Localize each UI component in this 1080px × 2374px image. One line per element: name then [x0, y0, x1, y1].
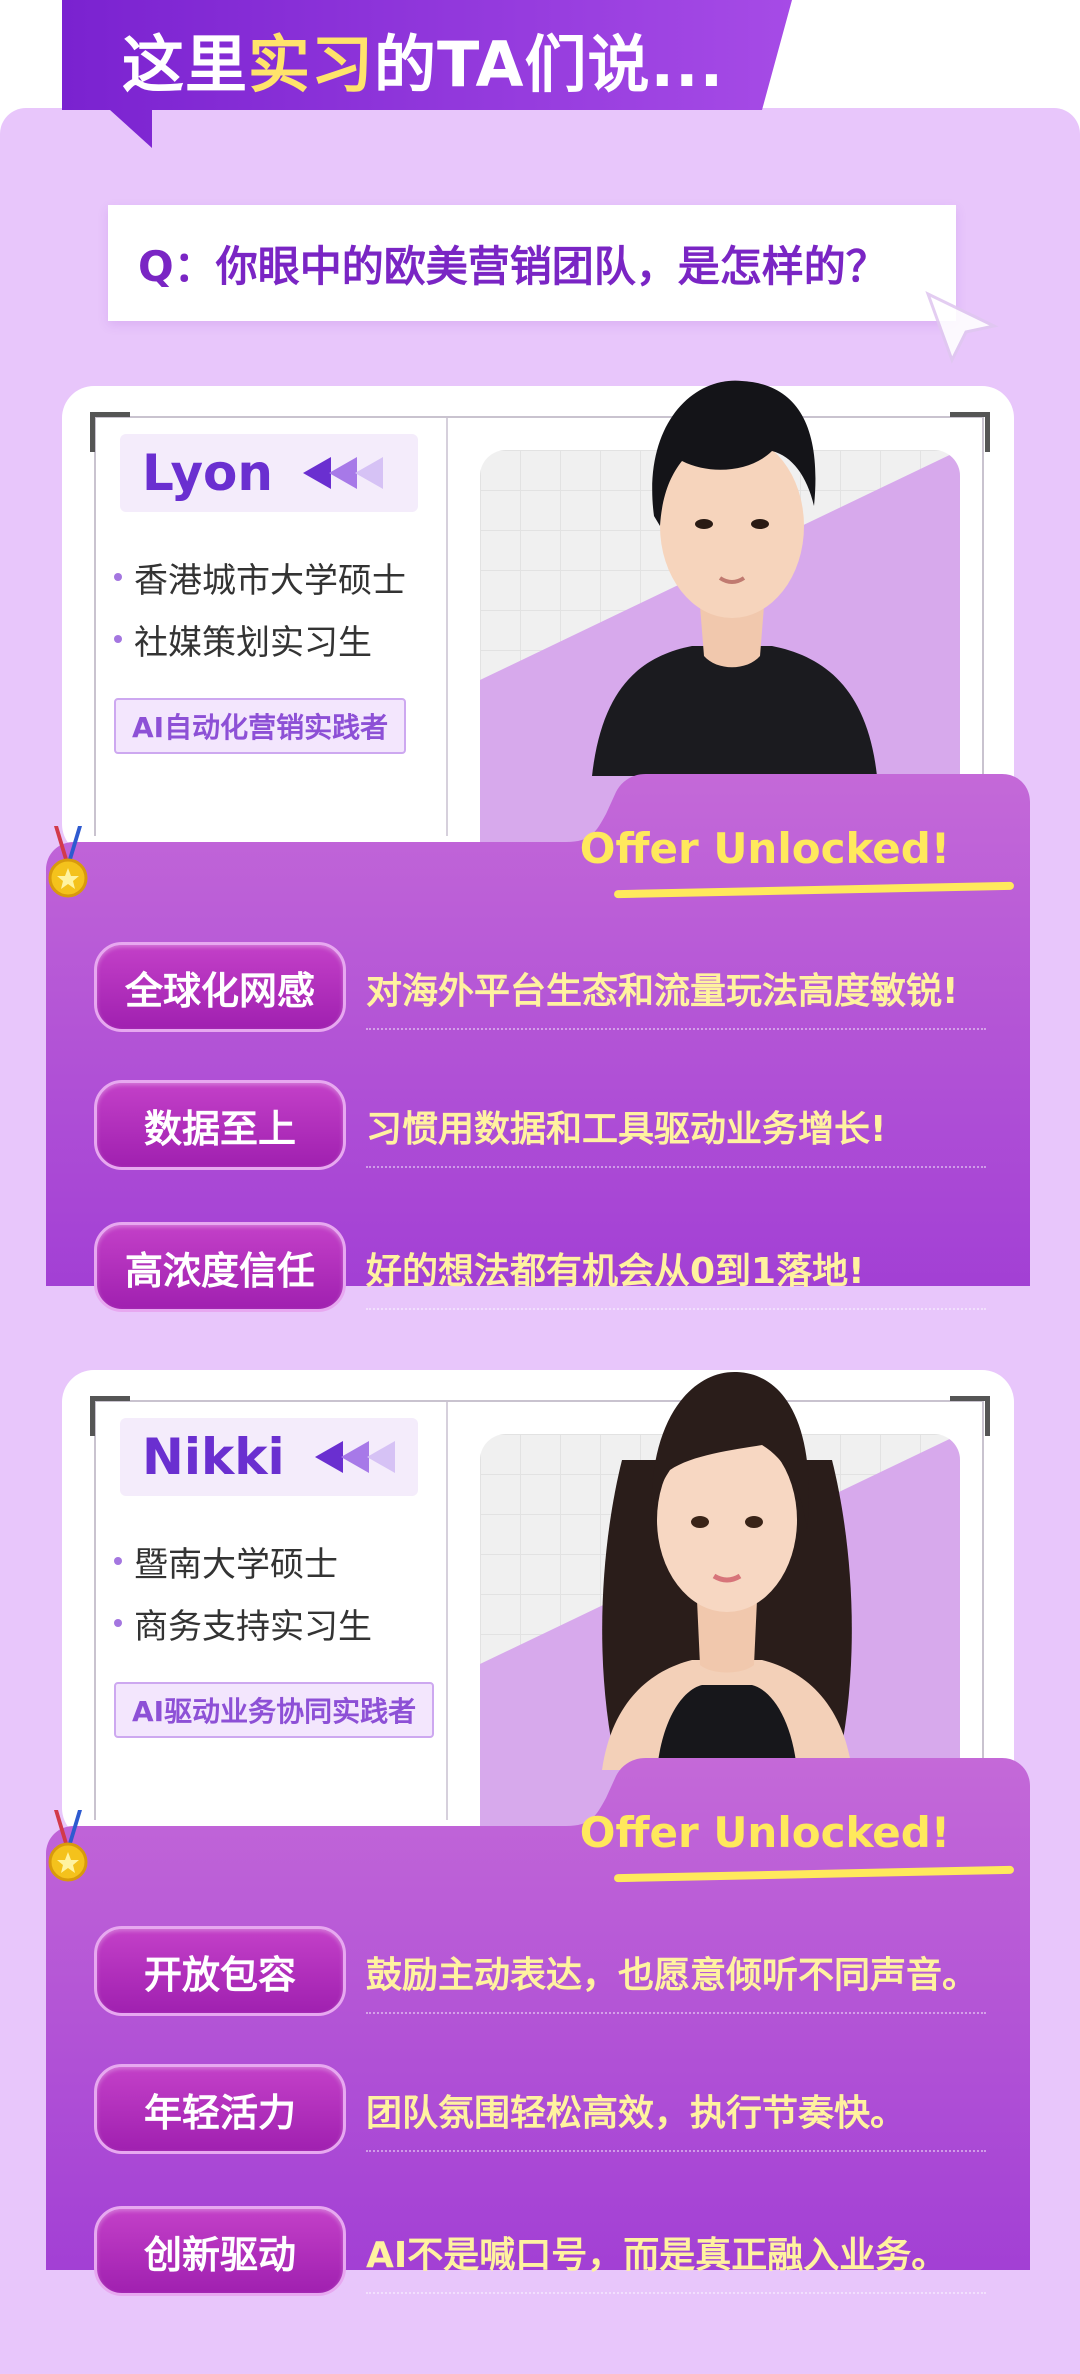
bullet-text: 香港城市大学硕士 [134, 560, 406, 601]
trait-description: 鼓励主动表达，也愿意倾听不同声音。 [366, 1955, 979, 1996]
frame-corner [950, 1396, 990, 1436]
profile-name: Lyon [142, 444, 274, 502]
bullet-text: 暨南大学硕士 [134, 1544, 338, 1585]
trait-badge: 数据至上 [94, 1080, 346, 1170]
list-item: 社媒策划实习生 [114, 608, 406, 670]
trait-badge: 全球化网感 [94, 942, 346, 1032]
divider [366, 2292, 986, 2294]
trait-row: 数据至上 习惯用数据和工具驱动业务增长! [94, 1080, 986, 1172]
offer-unlocked-label: Offer Unlocked! [579, 824, 950, 873]
trait-description: 团队氛围轻松高效，执行节奏快。 [366, 2093, 907, 2134]
question-box: Q：你眼中的欧美营销团队，是怎样的？ [108, 205, 956, 321]
medal-icon [48, 1810, 88, 1882]
profile-bullets: 暨南大学硕士 商务支持实习生 [114, 1530, 372, 1654]
divider [366, 1028, 986, 1030]
trait-description: 好的想法都有机会从0到1落地! [366, 1251, 865, 1292]
list-item: 暨南大学硕士 [114, 1530, 372, 1592]
avatar [602, 1371, 852, 1770]
trait-badge: 高浓度信任 [94, 1222, 346, 1312]
traits-panel: Offer Unlocked! 全球化网感 对海外平台生态和流量玩法高度敏锐! … [46, 774, 1030, 1312]
trait-badge: 年轻活力 [94, 2064, 346, 2154]
title-prefix: 这里 [122, 28, 249, 101]
title-suffix: 的TA们说... [374, 28, 725, 101]
page-title: 这里实习的TA们说... [122, 14, 724, 104]
header-banner: 这里实习的TA们说... [62, 0, 792, 148]
divider [366, 1166, 986, 1168]
offer-unlocked-label: Offer Unlocked! [579, 1808, 950, 1857]
bullet-text: 社媒策划实习生 [134, 622, 372, 663]
trait-row: 年轻活力 团队氛围轻松高效，执行节奏快。 [94, 2064, 986, 2156]
divider [366, 2012, 986, 2014]
profile-name: Nikki [142, 1428, 285, 1486]
trait-badge: 创新驱动 [94, 2206, 346, 2296]
trait-row: 高浓度信任 好的想法都有机会从0到1落地! [94, 1222, 986, 1314]
trait-description: 习惯用数据和工具驱动业务增长! [366, 1109, 887, 1150]
trait-row: 开放包容 鼓励主动表达，也愿意倾听不同声音。 [94, 1926, 986, 2018]
profile-bullets: 香港城市大学硕士 社媒策划实习生 [114, 546, 406, 670]
list-item: 香港城市大学硕士 [114, 546, 406, 608]
trait-row: 创新驱动 AI不是喊口号，而是真正融入业务。 [94, 2206, 986, 2298]
list-item: 商务支持实习生 [114, 1592, 372, 1654]
trait-description: AI不是喊口号，而是真正融入业务。 [366, 2235, 948, 2276]
role-tag: AI驱动业务协同实践者 [114, 1682, 435, 1738]
trait-badge: 开放包容 [94, 1926, 346, 2016]
question-text: Q：你眼中的欧美营销团队，是怎样的？ [138, 241, 888, 291]
trait-row: 全球化网感 对海外平台生态和流量玩法高度敏锐! [94, 942, 986, 1034]
medal-icon [48, 826, 88, 898]
traits-panel: Offer Unlocked! 开放包容 鼓励主动表达，也愿意倾听不同声音。 年… [46, 1758, 1030, 2296]
cursor-arrow-icon [925, 291, 999, 364]
divider [366, 2150, 986, 2152]
divider [366, 1308, 986, 1310]
name-box: Nikki [120, 1418, 418, 1496]
name-box: Lyon [120, 434, 418, 512]
rewind-arrows-icon [303, 457, 384, 489]
title-highlight: 实习 [248, 28, 375, 101]
rewind-arrows-icon [314, 1441, 395, 1473]
bullet-text: 商务支持实习生 [134, 1606, 372, 1647]
trait-description: 对海外平台生态和流量玩法高度敏锐! [366, 971, 959, 1012]
avatar [592, 380, 877, 776]
role-tag: AI自动化营销实践者 [114, 698, 407, 754]
frame-corner [950, 412, 990, 452]
